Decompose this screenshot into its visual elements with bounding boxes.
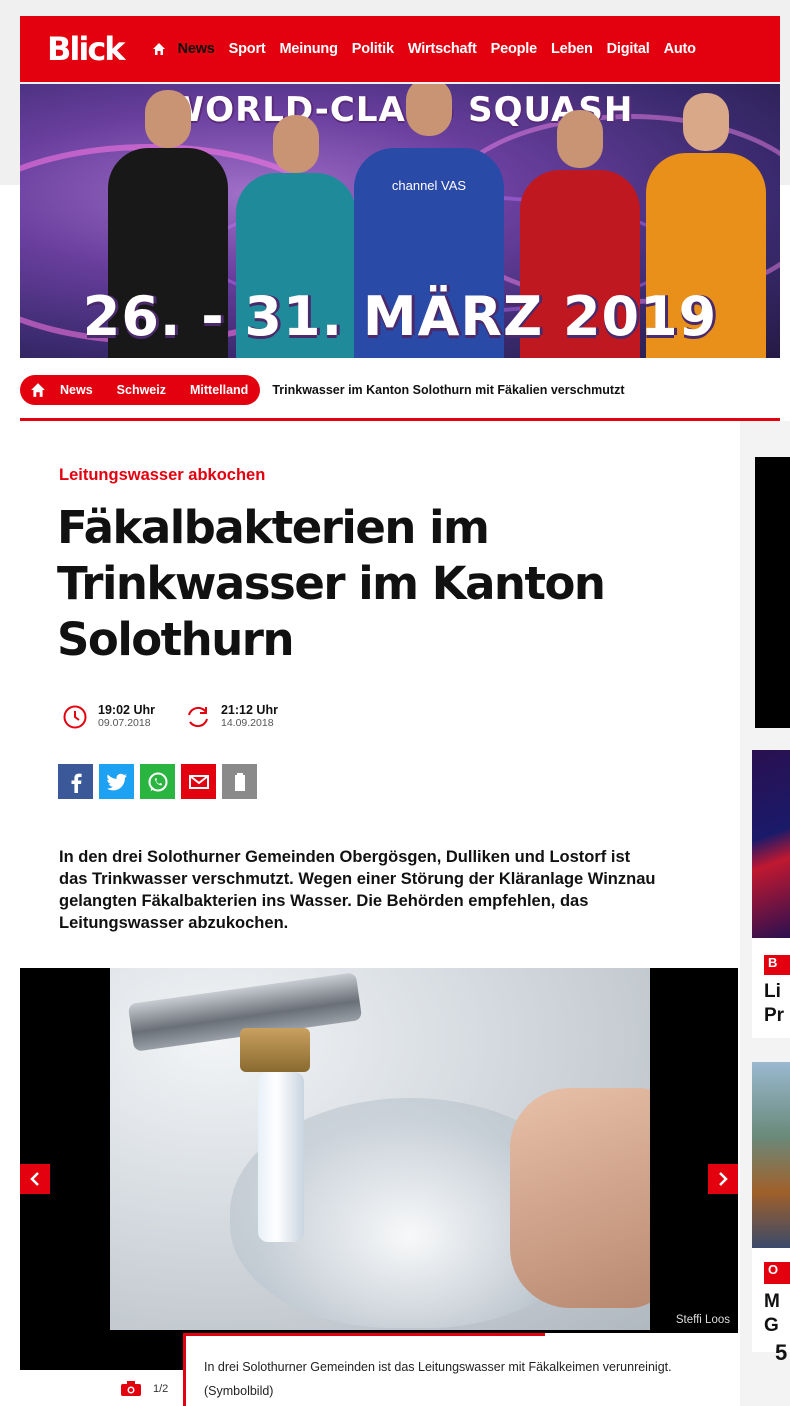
article-meta: 19:02 Uhr 09.07.2018 21:12 Uhr 14.09.201…: [62, 703, 278, 730]
main-header: Blick News Sport Meinung Politik Wirtsch…: [20, 16, 780, 82]
sidebar-fragment: 5: [775, 1340, 788, 1365]
clock-icon: [63, 705, 87, 728]
chevron-left-icon: [30, 1172, 39, 1186]
chevron-right-icon: [719, 1172, 728, 1186]
nav-digital[interactable]: Digital: [607, 41, 650, 57]
updated-time: 21:12 Uhr: [220, 703, 278, 717]
sidebar-ad[interactable]: [755, 457, 790, 728]
breadcrumb: News Schweiz Mittelland Trinkwasser im K…: [20, 372, 780, 408]
updated-info: 21:12 Uhr 14.09.2018: [185, 703, 278, 730]
breadcrumb-mittelland[interactable]: Mittelland: [190, 383, 248, 397]
camera-icon: [121, 1381, 141, 1396]
facebook-share-button[interactable]: [58, 764, 93, 799]
site-logo[interactable]: Blick: [47, 33, 126, 65]
nav-news[interactable]: News: [178, 41, 215, 57]
banner-sponsor: channel VAS: [391, 178, 467, 193]
teaser-title: Li Pr: [764, 981, 785, 1026]
breadcrumb-schweiz[interactable]: Schweiz: [117, 383, 166, 397]
updated-date: 14.09.2018: [220, 717, 274, 729]
teaser-tag: B: [764, 955, 790, 975]
article-kicker: Leitungswasser abkochen: [59, 466, 266, 484]
published-info: 19:02 Uhr 09.07.2018: [62, 703, 155, 730]
nav-politik[interactable]: Politik: [352, 41, 394, 57]
photo-credit: Steffi Loos: [675, 1314, 730, 1326]
nav-leben[interactable]: Leben: [551, 41, 593, 57]
email-share-button[interactable]: [181, 764, 216, 799]
home-icon[interactable]: [152, 42, 166, 56]
nav-people[interactable]: People: [491, 41, 538, 57]
refresh-icon: [188, 706, 208, 727]
article-headline: Fäkalbakterien im Trinkwasser im Kanton …: [57, 501, 606, 666]
published-time: 19:02 Uhr: [98, 703, 155, 717]
home-icon[interactable]: [30, 382, 46, 398]
gallery-next-button[interactable]: [708, 1164, 738, 1194]
teaser-tag: O: [764, 1262, 790, 1284]
divider: [20, 418, 780, 421]
image-gallery[interactable]: Steffi Loos: [20, 968, 738, 1370]
whatsapp-icon: [148, 772, 167, 791]
published-date: 09.07.2018: [98, 717, 151, 729]
article-lead: In den drei Solothurner Gemeinden Obergö…: [59, 848, 656, 932]
teaser-title: M G: [764, 1291, 780, 1336]
share-bar: [58, 764, 257, 799]
ad-banner[interactable]: WORLD-CLASS SQUASH channel VAS 26. - 31.…: [20, 84, 780, 358]
gallery-photo: [110, 968, 650, 1330]
whatsapp-share-button[interactable]: [140, 764, 175, 799]
copy-icon: [234, 772, 245, 791]
copy-link-button[interactable]: [222, 764, 257, 799]
gallery-prev-button[interactable]: [20, 1164, 50, 1194]
banner-date: 26. - 31. MÄRZ 2019: [82, 285, 718, 348]
nav-auto[interactable]: Auto: [664, 41, 696, 57]
email-icon: [188, 774, 209, 789]
breadcrumb-pill: News Schweiz Mittelland: [20, 375, 261, 405]
nav-wirtschaft[interactable]: Wirtschaft: [408, 41, 477, 57]
twitter-icon: [106, 773, 127, 790]
teaser-image: [752, 1062, 790, 1248]
nav-meinung[interactable]: Meinung: [280, 41, 338, 57]
gallery-counter: 1/2: [121, 1381, 168, 1396]
breadcrumb-news[interactable]: News: [60, 383, 93, 397]
twitter-share-button[interactable]: [99, 764, 134, 799]
sidebar-teaser[interactable]: B Li Pr: [752, 750, 790, 1038]
gallery-caption: In drei Solothurner Gemeinden ist das Le…: [183, 1333, 738, 1406]
facebook-icon: [71, 773, 82, 793]
caption-text: In drei Solothurner Gemeinden ist das Le…: [204, 1360, 672, 1398]
sidebar-teaser[interactable]: O M G: [752, 1062, 790, 1352]
banner-title: WORLD-CLASS SQUASH: [166, 90, 634, 130]
teaser-image: [752, 750, 790, 938]
main-nav: News Sport Meinung Politik Wirtschaft Pe…: [152, 41, 710, 57]
nav-sport[interactable]: Sport: [229, 41, 266, 57]
gallery-counter-text: 1/2: [153, 1382, 169, 1395]
breadcrumb-current: Trinkwasser im Kanton Solothurn mit Fäka…: [272, 383, 625, 397]
caption-rule: [183, 1333, 545, 1336]
